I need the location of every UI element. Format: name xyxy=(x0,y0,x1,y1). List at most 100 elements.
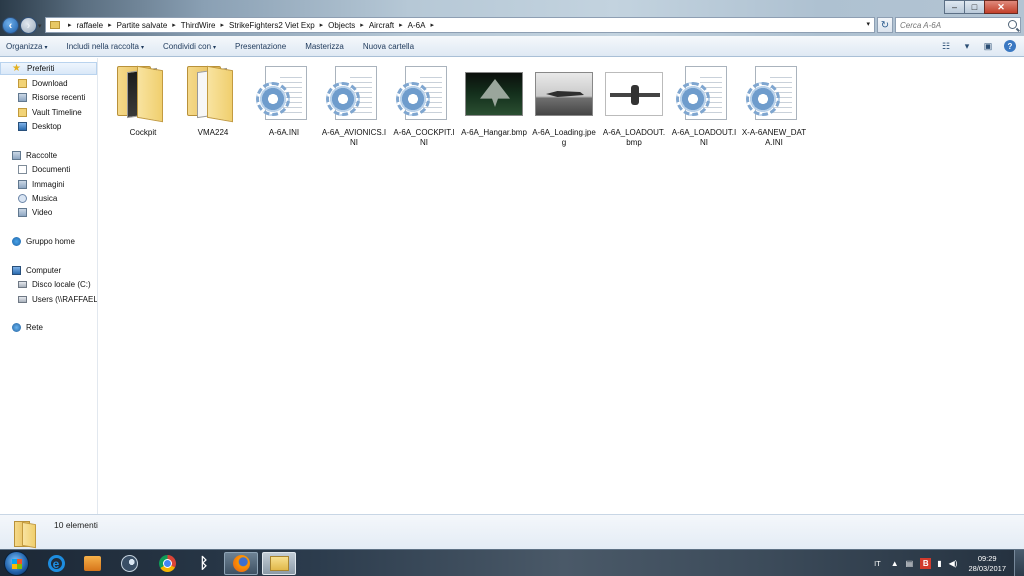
breadcrumb-separator[interactable]: ▸ xyxy=(63,21,77,29)
volume-icon[interactable]: ◀) xyxy=(949,559,958,568)
file-list[interactable]: Cockpit VMA224 A-6A.INI A-6A_AVIONICS.IN… xyxy=(99,58,1024,514)
file-item-a6a-ini[interactable]: A-6A.INI xyxy=(251,64,317,138)
sidebar-item-users-share[interactable]: Users (\\RAFFAELE xyxy=(0,293,97,306)
chevron-down-icon: ▾ xyxy=(140,44,144,51)
breadcrumb-item[interactable]: ThirdWire xyxy=(181,21,216,30)
chrome-icon xyxy=(158,555,176,572)
arrow-right-icon: › xyxy=(26,19,31,32)
sidebar-item-local-disk[interactable]: Disco locale (C:) xyxy=(0,278,97,291)
video-icon xyxy=(18,208,27,217)
sidebar-item-desktop[interactable]: Desktop xyxy=(0,120,97,133)
file-item-hangar-bmp[interactable]: A-6A_Hangar.bmp xyxy=(461,64,527,138)
clock-date: 28/03/2017 xyxy=(968,563,1006,573)
language-indicator[interactable]: IT xyxy=(874,559,881,568)
show-desktop-button[interactable] xyxy=(1014,550,1024,576)
back-button[interactable]: ‹ xyxy=(2,17,19,34)
music-icon xyxy=(18,194,27,203)
bitdefender-icon[interactable]: B xyxy=(920,558,932,569)
sidebar-item-video[interactable]: Video xyxy=(0,206,97,219)
refresh-button[interactable]: ↻ xyxy=(877,17,893,33)
sidebar-item-pictures[interactable]: Immagini xyxy=(0,178,97,191)
sidebar-item-favorites[interactable]: ★ Preferiti xyxy=(0,62,97,75)
slideshow-button[interactable]: Presentazione xyxy=(235,42,286,51)
sidebar-item-music[interactable]: Musica xyxy=(0,192,97,205)
forward-button[interactable]: › xyxy=(20,17,37,34)
sidebar-item-network[interactable]: Rete xyxy=(0,321,97,334)
explorer-icon xyxy=(269,556,289,571)
search-input[interactable] xyxy=(900,20,1004,30)
file-item-vma224[interactable]: VMA224 xyxy=(180,64,246,138)
help-icon[interactable]: ? xyxy=(1004,40,1016,52)
chevron-right-icon: ▸ xyxy=(68,22,72,29)
chevron-down-icon[interactable]: ▾ xyxy=(961,41,973,52)
chevron-right-icon[interactable]: ▸ xyxy=(320,21,324,29)
minimize-button[interactable]: – xyxy=(944,0,965,14)
taskbar-app-media-player[interactable] xyxy=(75,552,109,575)
file-item-loading-jpeg[interactable]: A-6A_Loading.jpeg xyxy=(531,64,597,148)
taskbar-app-chrome[interactable] xyxy=(150,552,184,575)
file-name: A-6A_LOADOUT.bmp xyxy=(602,128,666,147)
sidebar-item-label: Documenti xyxy=(32,165,71,174)
file-item-cockpit[interactable]: Cockpit xyxy=(110,64,176,138)
address-bar[interactable]: ▸ raffaele ▸ Partite salvate ▸ ThirdWire ▸ Str… xyxy=(45,17,875,33)
sidebar-item-label: Download xyxy=(32,79,68,88)
share-with-menu[interactable]: Condividi con ▾ xyxy=(163,42,216,51)
sidebar-item-vault-timeline[interactable]: Vault Timeline xyxy=(0,106,97,119)
taskbar-app-bluetooth[interactable]: ᛒ xyxy=(187,552,221,575)
start-button[interactable] xyxy=(4,551,29,576)
chevron-down-icon[interactable]: ▾ xyxy=(866,20,870,28)
sidebar-item-libraries[interactable]: Raccolte xyxy=(0,149,97,162)
breadcrumb-item[interactable]: StrikeFighters2 Viet Exp xyxy=(229,21,315,30)
bluetooth-icon: ᛒ xyxy=(199,555,209,572)
file-name: A-6A_LOADOUT.INI xyxy=(671,128,737,147)
search-box[interactable] xyxy=(895,17,1021,33)
breadcrumb-item[interactable]: raffaele xyxy=(77,21,104,30)
breadcrumb-item[interactable]: Objects xyxy=(328,21,355,30)
view-options-icon[interactable]: ☷ xyxy=(940,41,952,52)
sidebar-item-recent-places[interactable]: Risorse recenti xyxy=(0,91,97,104)
sidebar-item-label: Video xyxy=(32,208,53,217)
new-folder-button[interactable]: Nuova cartella xyxy=(363,42,414,51)
taskbar-app-ie[interactable]: e xyxy=(39,552,73,575)
recent-pages-dropdown[interactable]: ▾ xyxy=(38,22,42,30)
search-icon[interactable] xyxy=(1008,20,1017,29)
show-hidden-icons-icon[interactable]: ▲ xyxy=(891,559,899,568)
breadcrumb-item[interactable]: A-6A xyxy=(408,21,426,30)
chevron-right-icon[interactable]: ▸ xyxy=(172,21,176,29)
burn-button[interactable]: Masterizza xyxy=(305,42,344,51)
taskbar-app-explorer[interactable] xyxy=(262,552,296,575)
file-name: A-6A_COCKPIT.INI xyxy=(393,128,455,147)
taskbar-app-firefox[interactable] xyxy=(224,552,258,575)
sidebar-item-computer[interactable]: Computer xyxy=(0,264,97,277)
action-center-icon[interactable]: ▮ xyxy=(937,559,941,568)
include-in-library-menu[interactable]: Includi nella raccolta ▾ xyxy=(66,42,144,51)
file-item-cockpit-ini[interactable]: A-6A_COCKPIT.INI xyxy=(391,64,457,148)
network-icon xyxy=(12,323,21,332)
chevron-right-icon[interactable]: ▸ xyxy=(430,21,434,29)
chevron-right-icon[interactable]: ▸ xyxy=(220,21,224,29)
close-button[interactable]: ✕ xyxy=(984,0,1018,14)
organize-menu[interactable]: Organizza ▾ xyxy=(6,42,47,51)
file-item-new-data-ini[interactable]: X-A-6ANEW_DATA.INI xyxy=(741,64,807,148)
sidebar-item-label: Computer xyxy=(26,266,62,275)
chevron-right-icon[interactable]: ▸ xyxy=(399,21,403,29)
sidebar-item-label: Desktop xyxy=(32,122,62,131)
organize-label: Organizza xyxy=(6,41,43,51)
clock[interactable]: 09:29 28/03/2017 xyxy=(968,554,1006,574)
sidebar-item-label: Users (\\RAFFAELE xyxy=(32,295,97,304)
breadcrumb-item[interactable]: Partite salvate xyxy=(117,21,168,30)
file-item-avionics-ini[interactable]: A-6A_AVIONICS.INI xyxy=(321,64,387,148)
network-status-icon[interactable]: ▤ xyxy=(906,559,914,568)
file-name: A-6A_Hangar.bmp xyxy=(461,128,527,137)
sidebar-item-download[interactable]: Download xyxy=(0,77,97,90)
breadcrumb-item[interactable]: Aircraft xyxy=(369,21,394,30)
sidebar-item-documents[interactable]: Documenti xyxy=(0,163,97,176)
sidebar-item-homegroup[interactable]: Gruppo home xyxy=(0,235,97,248)
preview-pane-icon[interactable]: ▣ xyxy=(982,41,994,52)
file-item-loadout-bmp[interactable]: A-6A_LOADOUT.bmp xyxy=(601,64,667,148)
chevron-right-icon[interactable]: ▸ xyxy=(360,21,364,29)
taskbar-app-steam[interactable] xyxy=(112,552,146,575)
maximize-button[interactable]: □ xyxy=(964,0,985,14)
file-item-loadout-ini[interactable]: A-6A_LOADOUT.INI xyxy=(671,64,737,148)
chevron-right-icon[interactable]: ▸ xyxy=(108,21,112,29)
